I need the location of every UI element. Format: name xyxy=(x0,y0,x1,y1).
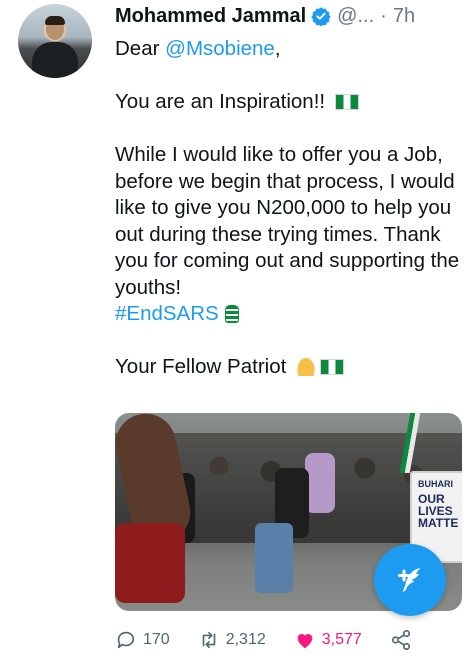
protest-sign-text: OUR LIVES MATTE xyxy=(418,492,459,530)
retweet-button[interactable]: 2,312 xyxy=(198,629,266,651)
body-paragraph: While I would like to offer you a Job, b… xyxy=(115,143,460,299)
raised-fist-icon xyxy=(224,305,239,323)
greeting-suffix: , xyxy=(274,37,281,60)
heart-icon xyxy=(297,634,313,649)
photo-person xyxy=(305,453,335,513)
author-avatar[interactable] xyxy=(18,4,92,78)
tweet-body: Dear @Msobiene, You are an Inspiration!!… xyxy=(115,36,465,381)
greeting-line: Dear @Msobiene, xyxy=(115,36,465,63)
signoff-text: Your Fellow Patriot xyxy=(115,355,287,378)
nigeria-flag-icon xyxy=(334,94,359,110)
hashtag-link[interactable]: #EndSARS xyxy=(115,302,219,325)
share-icon xyxy=(391,630,410,650)
hashtag-line: #EndSARS xyxy=(115,301,465,328)
greeting-prefix: Dear xyxy=(115,37,166,60)
header-separator: · xyxy=(380,4,387,27)
verified-badge-icon xyxy=(311,7,331,26)
tweet-actions: 170 2,312 3,577 xyxy=(115,626,415,654)
author-name[interactable]: Mohammed Jammal xyxy=(115,5,306,28)
compose-icon xyxy=(398,568,421,592)
reply-count: 170 xyxy=(143,631,170,648)
reply-button[interactable]: 170 xyxy=(115,629,170,651)
tweet-header: Mohammed Jammal @... · 7h xyxy=(115,2,459,30)
signoff-line: Your Fellow Patriot xyxy=(115,354,465,381)
like-button[interactable]: 3,577 xyxy=(294,629,362,651)
avatar-figure xyxy=(32,42,78,78)
compose-tweet-button[interactable] xyxy=(374,544,446,616)
tweet-timestamp[interactable]: 7h xyxy=(393,5,415,28)
retweet-icon xyxy=(202,631,216,649)
photo-foreground-person xyxy=(115,523,185,603)
avatar-hair xyxy=(45,16,65,25)
protest-sign-header: BUHARI xyxy=(418,479,453,489)
like-count: 3,577 xyxy=(321,631,362,648)
reply-icon xyxy=(117,631,135,649)
mention-link[interactable]: @Msobiene xyxy=(165,37,275,60)
share-button[interactable] xyxy=(390,629,418,651)
retweet-count: 2,312 xyxy=(225,631,266,648)
photo-person-legs xyxy=(255,523,293,593)
author-handle[interactable]: @... xyxy=(337,5,374,28)
inspiration-line: You are an Inspiration!! xyxy=(115,89,465,116)
praying-hands-icon xyxy=(296,356,317,376)
inspiration-text: You are an Inspiration!! xyxy=(115,90,326,113)
nigeria-flag-icon xyxy=(320,359,345,375)
